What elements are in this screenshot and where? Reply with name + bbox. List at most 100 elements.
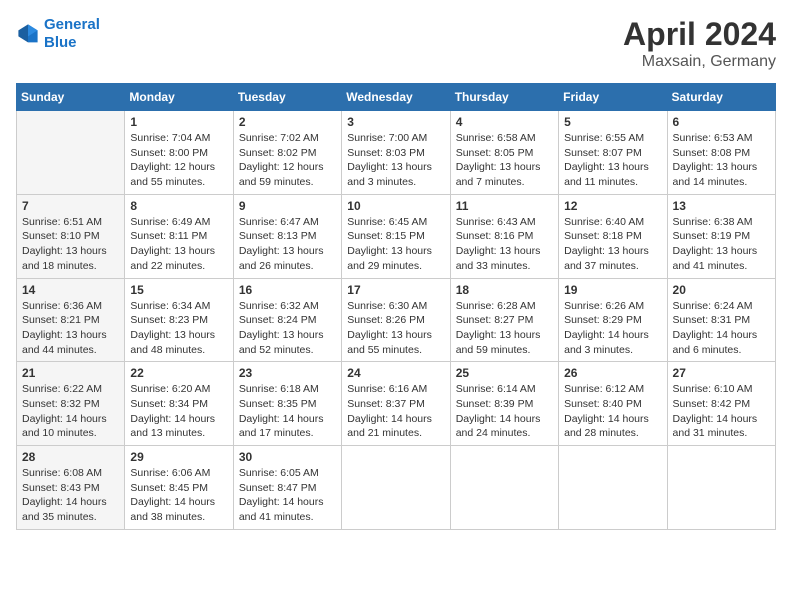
- day-number: 21: [22, 366, 119, 380]
- calendar-cell: 9 Sunrise: 6:47 AMSunset: 8:13 PMDaylight…: [233, 194, 341, 278]
- day-number: 11: [456, 199, 553, 213]
- col-header-saturday: Saturday: [667, 84, 775, 111]
- calendar-cell: 26 Sunrise: 6:12 AMSunset: 8:40 PMDayligh…: [559, 362, 667, 446]
- col-header-tuesday: Tuesday: [233, 84, 341, 111]
- calendar-cell: [450, 446, 558, 530]
- day-info: Sunrise: 6:40 AMSunset: 8:18 PMDaylight:…: [564, 215, 661, 274]
- location-title: Maxsain, Germany: [623, 53, 776, 71]
- calendar-cell: 27 Sunrise: 6:10 AMSunset: 8:42 PMDayligh…: [667, 362, 775, 446]
- day-number: 24: [347, 366, 444, 380]
- day-info: Sunrise: 6:51 AMSunset: 8:10 PMDaylight:…: [22, 215, 119, 274]
- header: General Blue April 2024 Maxsain, Germany: [16, 16, 776, 71]
- day-number: 6: [673, 115, 770, 129]
- calendar-cell: [17, 111, 125, 195]
- week-row-4: 21 Sunrise: 6:22 AMSunset: 8:32 PMDayligh…: [17, 362, 776, 446]
- day-number: 27: [673, 366, 770, 380]
- day-info: Sunrise: 6:47 AMSunset: 8:13 PMDaylight:…: [239, 215, 336, 274]
- day-number: 5: [564, 115, 661, 129]
- day-info: Sunrise: 6:30 AMSunset: 8:26 PMDaylight:…: [347, 299, 444, 358]
- day-info: Sunrise: 6:20 AMSunset: 8:34 PMDaylight:…: [130, 382, 227, 441]
- calendar-cell: 24 Sunrise: 6:16 AMSunset: 8:37 PMDayligh…: [342, 362, 450, 446]
- day-number: 19: [564, 283, 661, 297]
- day-number: 30: [239, 450, 336, 464]
- day-number: 22: [130, 366, 227, 380]
- logo: General Blue: [16, 16, 100, 52]
- week-row-3: 14Sunrise: 6:36 AMSunset: 8:21 PMDayligh…: [17, 278, 776, 362]
- calendar-cell: 15Sunrise: 6:34 AMSunset: 8:23 PMDayligh…: [125, 278, 233, 362]
- day-info: Sunrise: 6:18 AMSunset: 8:35 PMDaylight:…: [239, 382, 336, 441]
- calendar-cell: 7 Sunrise: 6:51 AMSunset: 8:10 PMDaylight…: [17, 194, 125, 278]
- day-info: Sunrise: 6:45 AMSunset: 8:15 PMDaylight:…: [347, 215, 444, 274]
- logo-text: General Blue: [44, 16, 100, 52]
- month-title: April 2024: [623, 16, 776, 53]
- title-area: April 2024 Maxsain, Germany: [623, 16, 776, 71]
- week-row-2: 7 Sunrise: 6:51 AMSunset: 8:10 PMDaylight…: [17, 194, 776, 278]
- calendar-cell: 17 Sunrise: 6:30 AMSunset: 8:26 PMDayligh…: [342, 278, 450, 362]
- calendar-cell: 22 Sunrise: 6:20 AMSunset: 8:34 PMDayligh…: [125, 362, 233, 446]
- logo-icon: [16, 22, 40, 46]
- day-number: 12: [564, 199, 661, 213]
- week-row-1: 1 Sunrise: 7:04 AMSunset: 8:00 PMDaylight…: [17, 111, 776, 195]
- day-info: Sunrise: 7:02 AMSunset: 8:02 PMDaylight:…: [239, 131, 336, 190]
- day-number: 17: [347, 283, 444, 297]
- calendar-cell: 28 Sunrise: 6:08 AMSunset: 8:43 PMDayligh…: [17, 446, 125, 530]
- day-number: 1: [130, 115, 227, 129]
- col-header-sunday: Sunday: [17, 84, 125, 111]
- calendar-cell: 5 Sunrise: 6:55 AMSunset: 8:07 PMDaylight…: [559, 111, 667, 195]
- day-info: Sunrise: 6:22 AMSunset: 8:32 PMDaylight:…: [22, 382, 119, 441]
- calendar-cell: 16Sunrise: 6:32 AMSunset: 8:24 PMDayligh…: [233, 278, 341, 362]
- day-number: 15: [130, 283, 227, 297]
- day-number: 13: [673, 199, 770, 213]
- day-info: Sunrise: 6:08 AMSunset: 8:43 PMDaylight:…: [22, 466, 119, 525]
- day-info: Sunrise: 7:04 AMSunset: 8:00 PMDaylight:…: [130, 131, 227, 190]
- day-number: 7: [22, 199, 119, 213]
- day-number: 9: [239, 199, 336, 213]
- calendar-cell: 6 Sunrise: 6:53 AMSunset: 8:08 PMDaylight…: [667, 111, 775, 195]
- week-row-5: 28 Sunrise: 6:08 AMSunset: 8:43 PMDayligh…: [17, 446, 776, 530]
- day-info: Sunrise: 6:10 AMSunset: 8:42 PMDaylight:…: [673, 382, 770, 441]
- day-info: Sunrise: 6:24 AMSunset: 8:31 PMDaylight:…: [673, 299, 770, 358]
- day-info: Sunrise: 6:55 AMSunset: 8:07 PMDaylight:…: [564, 131, 661, 190]
- calendar-cell: 30Sunrise: 6:05 AMSunset: 8:47 PMDayligh…: [233, 446, 341, 530]
- calendar-cell: 19 Sunrise: 6:26 AMSunset: 8:29 PMDayligh…: [559, 278, 667, 362]
- day-info: Sunrise: 6:38 AMSunset: 8:19 PMDaylight:…: [673, 215, 770, 274]
- calendar-cell: 3Sunrise: 7:00 AMSunset: 8:03 PMDaylight…: [342, 111, 450, 195]
- day-number: 23: [239, 366, 336, 380]
- calendar-cell: [667, 446, 775, 530]
- day-number: 14: [22, 283, 119, 297]
- calendar-cell: 23 Sunrise: 6:18 AMSunset: 8:35 PMDayligh…: [233, 362, 341, 446]
- day-number: 25: [456, 366, 553, 380]
- day-info: Sunrise: 6:28 AMSunset: 8:27 PMDaylight:…: [456, 299, 553, 358]
- day-number: 4: [456, 115, 553, 129]
- calendar-cell: 2 Sunrise: 7:02 AMSunset: 8:02 PMDaylight…: [233, 111, 341, 195]
- day-info: Sunrise: 6:16 AMSunset: 8:37 PMDaylight:…: [347, 382, 444, 441]
- day-number: 20: [673, 283, 770, 297]
- calendar-cell: 20 Sunrise: 6:24 AMSunset: 8:31 PMDayligh…: [667, 278, 775, 362]
- calendar-cell: 8 Sunrise: 6:49 AMSunset: 8:11 PMDaylight…: [125, 194, 233, 278]
- day-info: Sunrise: 6:49 AMSunset: 8:11 PMDaylight:…: [130, 215, 227, 274]
- day-number: 2: [239, 115, 336, 129]
- day-number: 28: [22, 450, 119, 464]
- col-header-monday: Monday: [125, 84, 233, 111]
- day-number: 8: [130, 199, 227, 213]
- col-header-friday: Friday: [559, 84, 667, 111]
- day-info: Sunrise: 6:43 AMSunset: 8:16 PMDaylight:…: [456, 215, 553, 274]
- day-info: Sunrise: 6:12 AMSunset: 8:40 PMDaylight:…: [564, 382, 661, 441]
- calendar-cell: 21 Sunrise: 6:22 AMSunset: 8:32 PMDayligh…: [17, 362, 125, 446]
- calendar-cell: 29 Sunrise: 6:06 AMSunset: 8:45 PMDayligh…: [125, 446, 233, 530]
- calendar-cell: 12 Sunrise: 6:40 AMSunset: 8:18 PMDayligh…: [559, 194, 667, 278]
- day-info: Sunrise: 7:00 AMSunset: 8:03 PMDaylight:…: [347, 131, 444, 190]
- calendar-cell: [342, 446, 450, 530]
- calendar-cell: 13 Sunrise: 6:38 AMSunset: 8:19 PMDayligh…: [667, 194, 775, 278]
- day-number: 29: [130, 450, 227, 464]
- calendar-table: SundayMondayTuesdayWednesdayThursdayFrid…: [16, 83, 776, 530]
- day-number: 26: [564, 366, 661, 380]
- calendar-cell: 10Sunrise: 6:45 AMSunset: 8:15 PMDayligh…: [342, 194, 450, 278]
- day-info: Sunrise: 6:06 AMSunset: 8:45 PMDaylight:…: [130, 466, 227, 525]
- day-number: 18: [456, 283, 553, 297]
- day-info: Sunrise: 6:26 AMSunset: 8:29 PMDaylight:…: [564, 299, 661, 358]
- calendar-cell: 14Sunrise: 6:36 AMSunset: 8:21 PMDayligh…: [17, 278, 125, 362]
- day-info: Sunrise: 6:53 AMSunset: 8:08 PMDaylight:…: [673, 131, 770, 190]
- calendar-cell: [559, 446, 667, 530]
- day-info: Sunrise: 6:32 AMSunset: 8:24 PMDaylight:…: [239, 299, 336, 358]
